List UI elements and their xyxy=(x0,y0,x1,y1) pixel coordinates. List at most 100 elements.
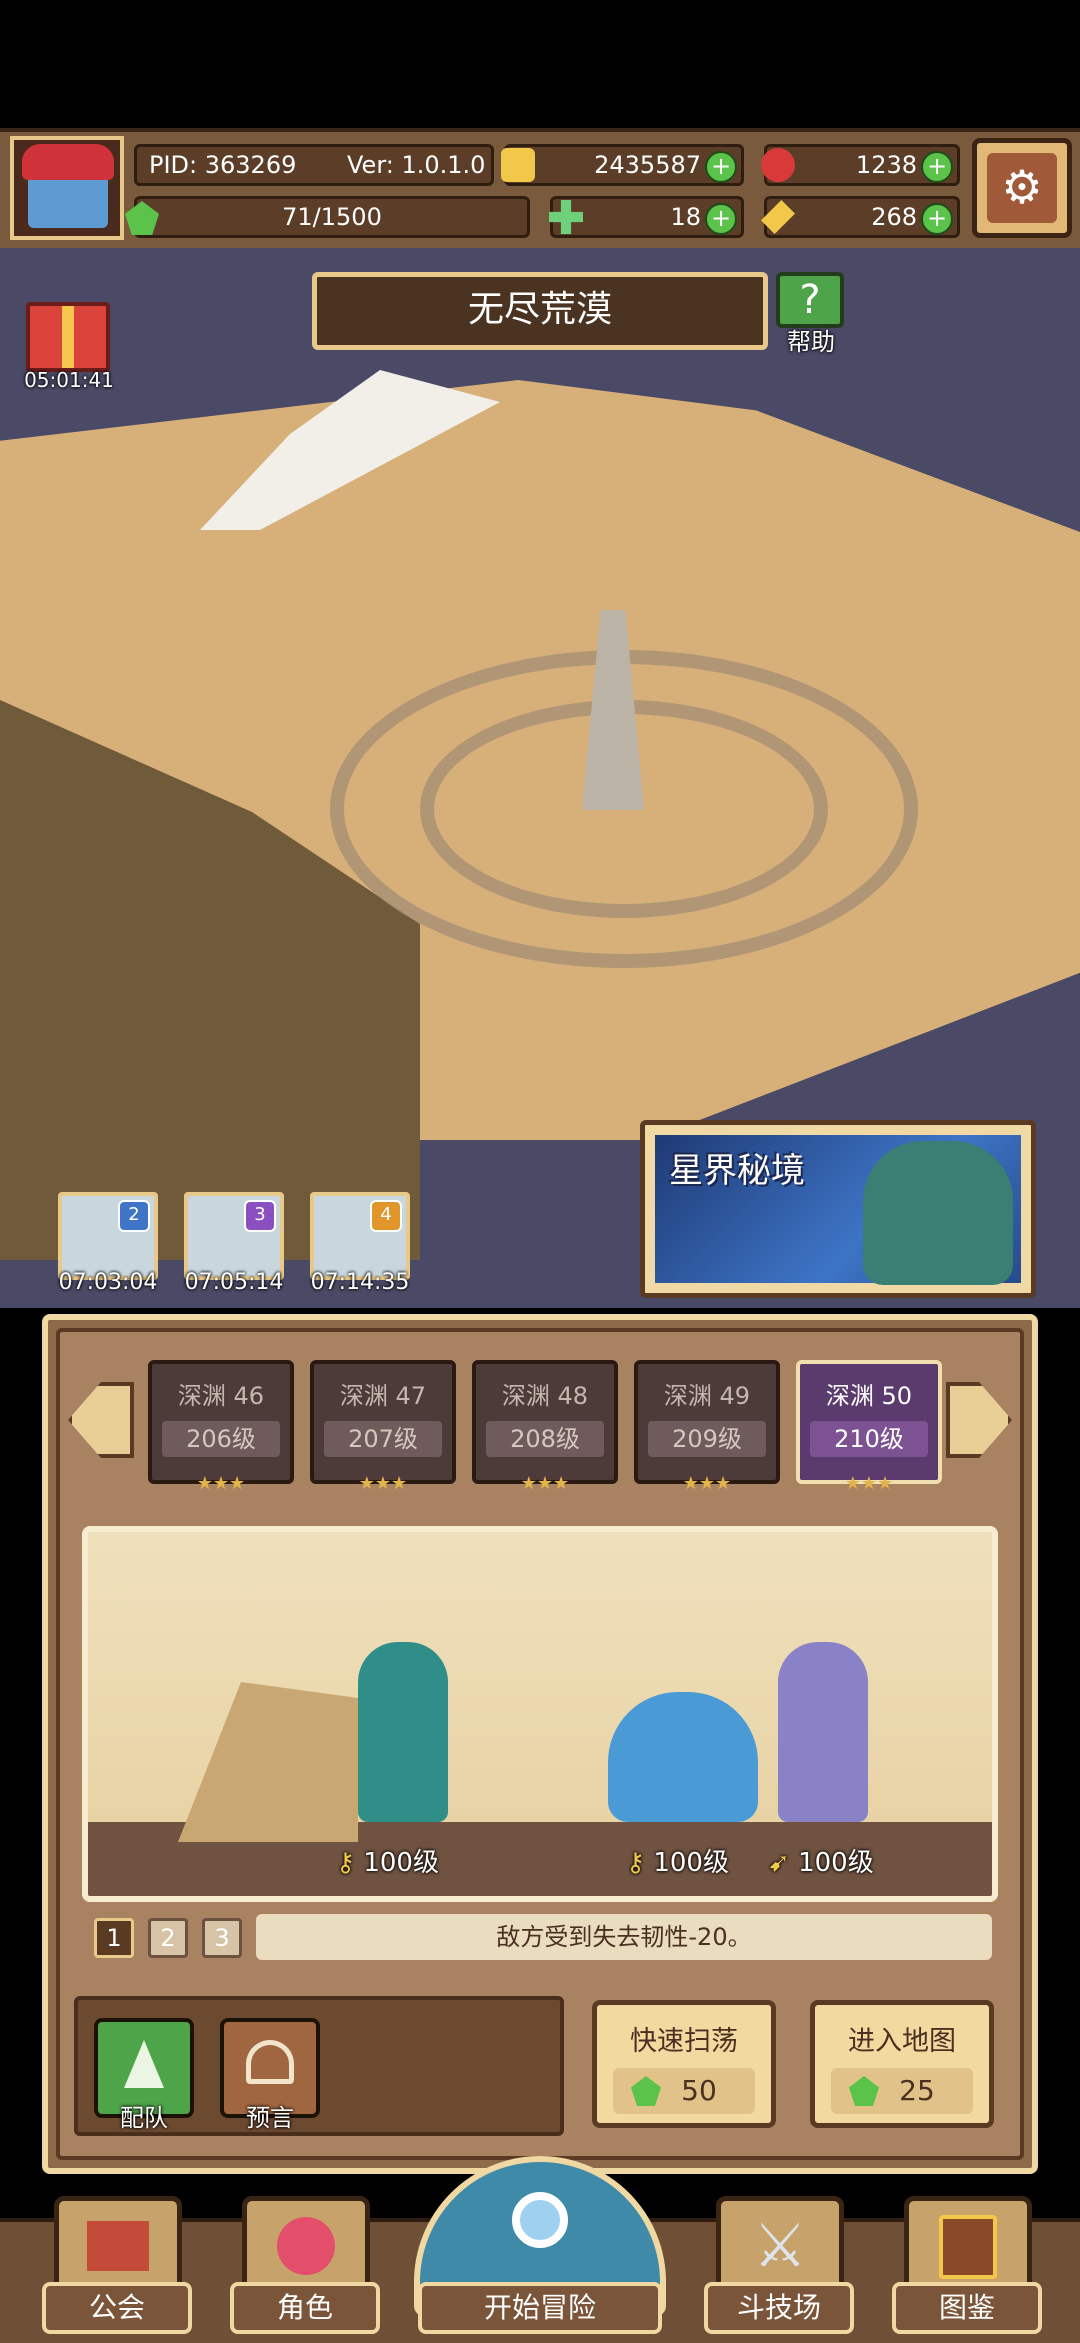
enemy-mushroom-sprite xyxy=(608,1692,758,1822)
expedition-timer: 07:05:14 xyxy=(184,1270,284,1295)
stage-level: 208级 xyxy=(486,1421,604,1457)
gear-icon: ⚙ xyxy=(987,153,1057,223)
astral-realm-label: 星界秘境 xyxy=(669,1151,805,1191)
gift-timer: 05:01:41 xyxy=(24,368,114,392)
ruby-add-icon[interactable]: + xyxy=(921,151,953,183)
clover-value: 18 xyxy=(670,203,701,231)
stage-card[interactable]: 深渊 47 207级 ★★★ xyxy=(310,1360,456,1494)
clover-counter: 18 + xyxy=(549,196,744,238)
pid-version-box: PID: 363269 Ver: 1.0.1.0 xyxy=(134,144,494,186)
slot-number-badge: 2 xyxy=(118,1200,150,1232)
astral-character-art xyxy=(863,1141,1013,1285)
stage-level: 209级 xyxy=(648,1421,766,1457)
quick-sweep-label: 快速扫荡 xyxy=(630,2026,738,2057)
team-label: 配队 xyxy=(120,2104,168,2132)
clover-add-icon[interactable]: + xyxy=(705,203,737,235)
effect-tab[interactable]: 1 xyxy=(94,1918,134,1958)
slot-number-badge: 4 xyxy=(370,1200,402,1232)
enter-map-button[interactable]: 进入地图 25 xyxy=(810,2000,994,2128)
character-nav-label[interactable]: 角色 xyxy=(230,2282,380,2334)
guild-nav-label[interactable]: 公会 xyxy=(42,2282,192,2334)
ally-level-tag: ⚷ 100级 xyxy=(336,1842,439,1879)
stage-level: 210级 xyxy=(810,1421,928,1457)
map-title: 无尽荒漠 xyxy=(467,289,612,330)
quick-sweep-button[interactable]: 快速扫荡 50 xyxy=(592,2000,776,2128)
gold-stack-icon xyxy=(124,2040,164,2088)
magnifier-icon xyxy=(512,2192,568,2248)
effect-tab[interactable]: 2 xyxy=(148,1918,188,1958)
crossed-swords-icon: ⚔ xyxy=(753,2211,807,2281)
book-icon xyxy=(939,2215,997,2279)
astral-realm-button[interactable]: 星界秘境 xyxy=(640,1120,1036,1298)
stage-card[interactable]: 深渊 48 208级 ★★★ xyxy=(472,1360,618,1494)
expedition-slot[interactable]: 2 xyxy=(58,1192,158,1280)
key-icon: ⚷ xyxy=(626,1848,646,1878)
stage-stars: ★★★ xyxy=(844,1473,894,1494)
gold-add-icon[interactable]: + xyxy=(705,151,737,183)
stage-effect-text: 敌方受到失去韧性-20。 xyxy=(256,1914,992,1960)
effect-tab[interactable]: 3 xyxy=(202,1918,242,1958)
clover-icon xyxy=(549,200,583,234)
guild-building-icon xyxy=(87,2221,149,2271)
enemy-character-sprite xyxy=(778,1642,868,1822)
battle-preview: ⚷ 100级 ⚷ 100级 ➹ 100级 xyxy=(82,1526,998,1902)
stage-name: 深渊 50 xyxy=(825,1382,913,1410)
stage-card[interactable]: 深渊 49 209级 ★★★ xyxy=(634,1360,780,1494)
codex-nav-label[interactable]: 图鉴 xyxy=(892,2282,1042,2334)
enemy-level: 100级 xyxy=(798,1848,874,1878)
stamina-bar: 71/1500 xyxy=(125,196,530,238)
enemy-level-tag: ⚷ 100级 xyxy=(626,1842,729,1879)
expedition-timer: 07:03:04 xyxy=(58,1270,158,1295)
ruby-value: 1238 xyxy=(855,151,917,179)
shoe-icon: ➹ xyxy=(768,1848,790,1878)
help-label: 帮助 xyxy=(787,328,835,356)
help-button[interactable]: ? 帮助 xyxy=(774,272,848,356)
avatar-hair xyxy=(22,144,114,180)
player-avatar[interactable] xyxy=(10,136,124,240)
stage-name: 深渊 49 xyxy=(663,1382,751,1410)
stage-level: 207级 xyxy=(324,1421,442,1457)
stage-card[interactable]: 深渊 46 206级 ★★★ xyxy=(148,1360,294,1494)
gold-value: 2435587 xyxy=(594,151,701,179)
key-value: 268 xyxy=(871,203,917,231)
key-icon: ⚷ xyxy=(336,1848,356,1878)
key-counter: 268 + xyxy=(761,196,960,238)
ally-character-sprite xyxy=(358,1642,448,1822)
ruby-icon xyxy=(761,148,795,182)
stamina-value: 71/1500 xyxy=(282,203,382,231)
stage-stars: ★★★ xyxy=(682,1473,732,1494)
enemy-level-tag: ➹ 100级 xyxy=(768,1842,874,1879)
stage-name: 深渊 47 xyxy=(339,1382,427,1410)
stage-name: 深渊 46 xyxy=(177,1382,265,1410)
settings-button[interactable]: ⚙ xyxy=(972,138,1072,238)
slot-number-badge: 3 xyxy=(244,1200,276,1232)
arena-nav-label[interactable]: 斗技场 xyxy=(704,2282,854,2334)
question-icon: ? xyxy=(776,272,844,328)
expedition-slot[interactable]: 4 xyxy=(310,1192,410,1280)
sweep-cost-value: 50 xyxy=(681,2074,717,2107)
enemy-level: 100级 xyxy=(653,1848,729,1878)
pid-label: PID: 363269 xyxy=(149,151,297,179)
prophecy-label: 预言 xyxy=(246,2104,294,2132)
version-label: Ver: 1.0.1.0 xyxy=(347,151,486,179)
gift-chest-button[interactable] xyxy=(26,302,110,372)
crystal-ball-icon xyxy=(246,2040,294,2084)
gold-coin-icon xyxy=(501,148,535,182)
character-head-icon xyxy=(277,2217,335,2275)
stage-card-selected[interactable]: 深渊 50 210级 ★★★ xyxy=(796,1360,942,1494)
enter-cost-value: 25 xyxy=(899,2074,935,2107)
map-title-banner: 无尽荒漠 xyxy=(312,272,768,350)
key-icon xyxy=(761,200,795,234)
ruby-counter: 1238 + xyxy=(761,144,960,186)
enter-map-label: 进入地图 xyxy=(848,2026,956,2057)
expedition-slot[interactable]: 3 xyxy=(184,1192,284,1280)
stage-level: 206级 xyxy=(162,1421,280,1457)
gift-ribbon xyxy=(62,306,74,368)
gold-counter: 2435587 + xyxy=(501,144,744,186)
sweep-cost: 50 xyxy=(613,2068,755,2114)
ally-level: 100级 xyxy=(363,1848,439,1878)
start-adventure-label[interactable]: 开始冒险 xyxy=(418,2282,662,2334)
stage-name: 深渊 48 xyxy=(501,1382,589,1410)
key-add-icon[interactable]: + xyxy=(921,203,953,235)
stage-stars: ★★★ xyxy=(196,1473,246,1494)
